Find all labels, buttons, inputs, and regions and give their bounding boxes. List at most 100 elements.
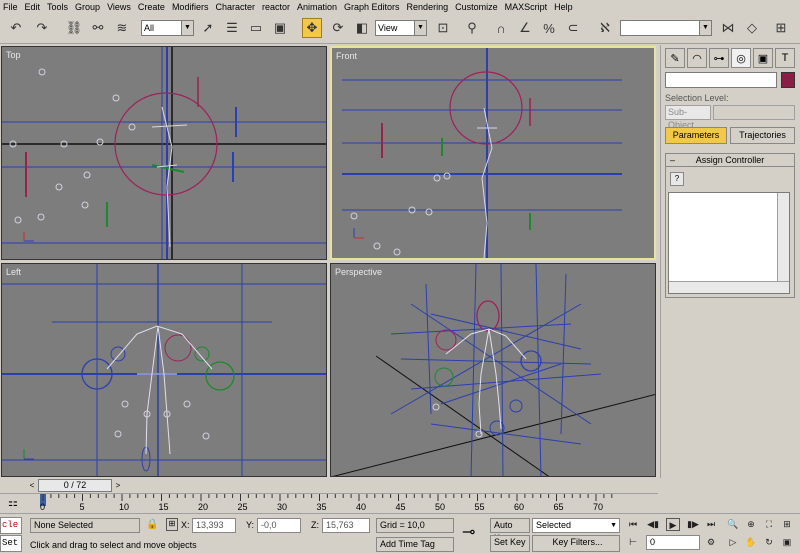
angle-snap-icon[interactable]: ∠ bbox=[515, 18, 535, 38]
edit-named-selections-icon[interactable]: ℵ bbox=[595, 18, 615, 38]
viewport-left[interactable]: Left bbox=[1, 263, 327, 477]
menu-help[interactable]: Help bbox=[554, 2, 573, 12]
trajectories-button[interactable]: Trajectories bbox=[730, 127, 795, 144]
curve-editor-icon[interactable]: ⚏ bbox=[8, 496, 18, 509]
subobject-button[interactable]: Sub-Object bbox=[665, 105, 711, 130]
viewport-front[interactable]: Front bbox=[330, 46, 656, 260]
zoom-icon[interactable]: 🔍 bbox=[726, 518, 740, 531]
parameters-button[interactable]: Parameters bbox=[665, 127, 727, 144]
arc-rotate-icon[interactable]: ↻ bbox=[762, 536, 776, 549]
region-select-icon[interactable]: ▭ bbox=[246, 18, 266, 38]
redo-icon[interactable]: ↷ bbox=[32, 18, 52, 38]
undo-icon[interactable]: ↶ bbox=[6, 18, 26, 38]
y-coordinate-field[interactable]: -0,0 bbox=[257, 518, 301, 533]
assign-controller-icon[interactable]: ? bbox=[670, 172, 684, 186]
zoom-extents-icon[interactable]: ⛶ bbox=[762, 518, 776, 531]
menu-group[interactable]: Group bbox=[75, 2, 100, 12]
lock-selection-icon[interactable]: 🔒 bbox=[146, 519, 158, 530]
menu-rendering[interactable]: Rendering bbox=[407, 2, 449, 12]
modify-tab-icon[interactable]: ◠ bbox=[687, 48, 707, 68]
utilities-tab-icon[interactable]: T bbox=[775, 48, 795, 68]
previous-frame-icon[interactable]: ◀▮ bbox=[646, 518, 660, 531]
menu-reactor[interactable]: reactor bbox=[262, 2, 290, 12]
current-frame-field[interactable]: 0 bbox=[646, 535, 700, 550]
key-mode-toggle-icon[interactable]: ⊢ bbox=[626, 536, 640, 549]
menu-edit[interactable]: Edit bbox=[25, 2, 41, 12]
add-time-tag-button[interactable]: Add Time Tag bbox=[376, 537, 454, 552]
percent-snap-icon[interactable]: % bbox=[539, 18, 559, 38]
x-coordinate-field[interactable]: 13,393 bbox=[192, 518, 236, 533]
maxscript-listener-top[interactable]: cle bbox=[0, 517, 22, 534]
subobject-dropdown[interactable] bbox=[713, 105, 795, 120]
viewport-top-label[interactable]: Top bbox=[6, 50, 21, 60]
menu-file[interactable]: File bbox=[3, 2, 18, 12]
named-selection-dropdown[interactable]: ▼ bbox=[620, 20, 712, 36]
window-crossing-icon[interactable]: ▣ bbox=[270, 18, 290, 38]
viewport-perspective-label[interactable]: Perspective bbox=[335, 267, 382, 277]
go-to-start-icon[interactable]: ⏮ bbox=[626, 518, 640, 531]
select-and-scale-icon[interactable]: ◧ bbox=[352, 18, 372, 38]
menu-maxscript[interactable]: MAXScript bbox=[505, 2, 548, 12]
key-filters-button[interactable]: Key Filters... bbox=[532, 535, 620, 552]
next-frame-arrow[interactable]: > bbox=[113, 479, 123, 492]
menu-customize[interactable]: Customize bbox=[455, 2, 498, 12]
horizontal-scrollbar[interactable] bbox=[669, 281, 789, 293]
mirror-icon[interactable]: ⋈ bbox=[718, 18, 738, 38]
zoom-extents-all-icon[interactable]: ⊞ bbox=[780, 518, 794, 531]
select-and-move-icon[interactable]: ✥ bbox=[302, 18, 322, 38]
display-tab-icon[interactable]: ▣ bbox=[753, 48, 773, 68]
vertical-scrollbar[interactable] bbox=[777, 193, 789, 281]
key-mode-dropdown[interactable]: Selected ▼ bbox=[532, 518, 620, 533]
motion-tab-icon[interactable]: ◎ bbox=[731, 48, 751, 68]
viewport-top[interactable]: Top bbox=[1, 46, 327, 260]
prev-frame-arrow[interactable]: < bbox=[27, 479, 37, 492]
auto-key-button[interactable]: Auto Key bbox=[490, 518, 530, 543]
menu-modifiers[interactable]: Modifiers bbox=[172, 2, 209, 12]
pivot-center-icon[interactable]: ⊡ bbox=[433, 18, 453, 38]
object-color-swatch[interactable] bbox=[781, 72, 795, 88]
menu-create[interactable]: Create bbox=[138, 2, 165, 12]
snap-toggle-icon[interactable]: ∩ bbox=[491, 18, 511, 38]
menu-character[interactable]: Character bbox=[215, 2, 255, 12]
menu-views[interactable]: Views bbox=[107, 2, 131, 12]
align-icon[interactable]: ◇ bbox=[742, 18, 762, 38]
time-slider-thumb[interactable]: 0 / 72 bbox=[38, 479, 112, 492]
go-to-end-icon[interactable]: ⏭ bbox=[704, 518, 718, 531]
menu-animation[interactable]: Animation bbox=[297, 2, 337, 12]
unlink-icon[interactable]: ⚯ bbox=[88, 18, 108, 38]
menu-graph-editors[interactable]: Graph Editors bbox=[344, 2, 400, 12]
maxscript-listener-bottom[interactable]: Set bbox=[0, 535, 22, 552]
assign-controller-header[interactable]: – Assign Controller bbox=[666, 154, 794, 167]
menu-tools[interactable]: Tools bbox=[47, 2, 68, 12]
set-key-button[interactable]: Set Key bbox=[490, 535, 530, 552]
set-key-icon[interactable]: ⊸ bbox=[462, 522, 475, 542]
layer-manager-icon[interactable]: ⊞ bbox=[771, 18, 791, 38]
z-coordinate-field[interactable]: 15,763 bbox=[322, 518, 370, 533]
absolute-mode-icon[interactable]: ⊞ bbox=[166, 518, 178, 531]
hierarchy-tab-icon[interactable]: ⊶ bbox=[709, 48, 729, 68]
viewport-front-label[interactable]: Front bbox=[336, 51, 357, 61]
next-frame-icon[interactable]: ▮▶ bbox=[686, 518, 700, 531]
viewport-perspective[interactable]: Perspective bbox=[330, 263, 656, 477]
create-tab-icon[interactable]: ✎ bbox=[665, 48, 685, 68]
bind-space-warp-icon[interactable]: ≋ bbox=[112, 18, 132, 38]
select-and-rotate-icon[interactable]: ⟳ bbox=[328, 18, 348, 38]
maximize-viewport-icon[interactable]: ▣ bbox=[780, 536, 794, 549]
track-bar[interactable]: ⚏ 0 5 10 15 20 25 30 35 40 45 50 55 60 65 70 bbox=[0, 493, 658, 513]
time-configuration-icon[interactable]: ⚙ bbox=[704, 536, 718, 549]
spinner-snap-icon[interactable]: ⊂ bbox=[563, 18, 583, 38]
field-of-view-icon[interactable]: ▷ bbox=[726, 536, 740, 549]
play-icon[interactable]: ▶ bbox=[666, 518, 680, 531]
zoom-all-icon[interactable]: ⊕ bbox=[744, 518, 758, 531]
select-by-name-icon[interactable]: ☰ bbox=[222, 18, 242, 38]
pan-icon[interactable]: ✋ bbox=[744, 536, 758, 549]
top-viewport-scene bbox=[2, 47, 326, 259]
selection-filter-dropdown[interactable]: All ▼ bbox=[141, 20, 194, 36]
reference-coordinate-dropdown[interactable]: View ▼ bbox=[375, 20, 427, 36]
select-and-link-icon[interactable]: ⛓ bbox=[64, 18, 84, 38]
object-name-field[interactable] bbox=[665, 72, 777, 88]
select-manipulate-icon[interactable]: ⚲ bbox=[462, 18, 482, 38]
controller-list[interactable] bbox=[668, 192, 790, 294]
viewport-left-label[interactable]: Left bbox=[6, 267, 21, 277]
select-object-icon[interactable]: ➚ bbox=[198, 18, 218, 38]
